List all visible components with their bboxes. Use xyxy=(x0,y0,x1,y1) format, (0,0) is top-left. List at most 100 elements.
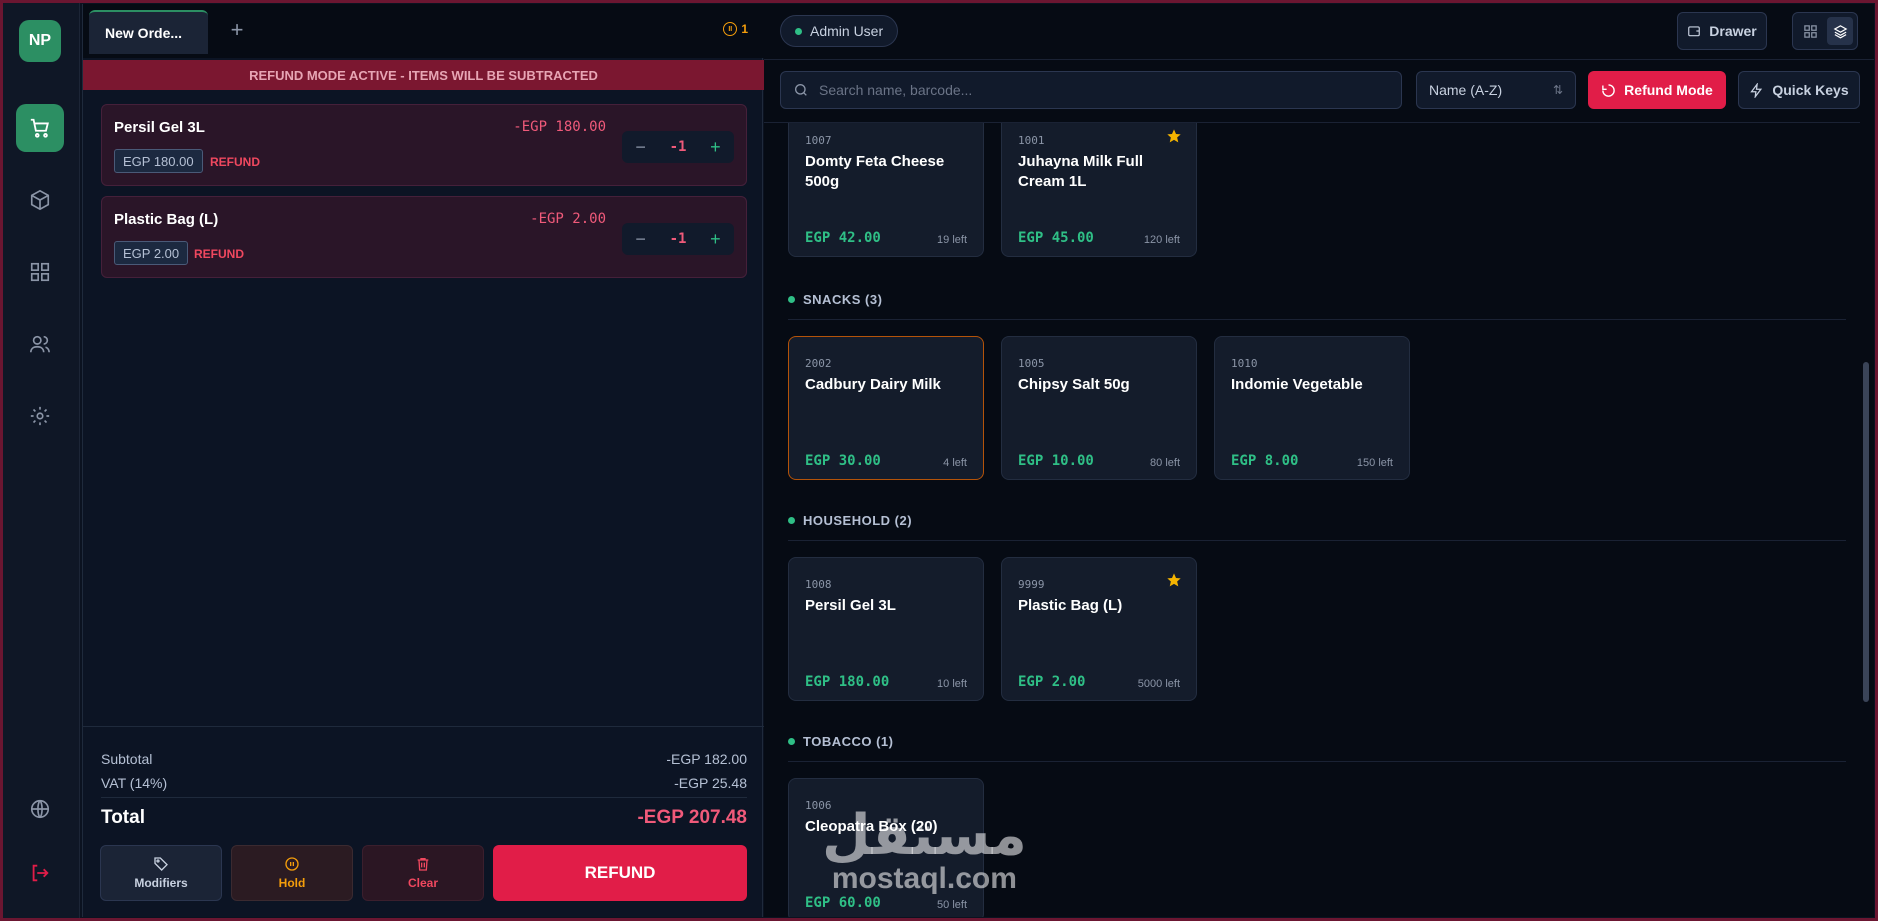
pause-icon: II xyxy=(723,22,738,36)
layers-icon xyxy=(1833,24,1847,38)
vat-label: VAT (14%) xyxy=(101,775,168,791)
product-name: Plastic Bag (L) xyxy=(1018,597,1123,614)
cart-item[interactable]: Plastic Bag (L) -EGP 2.00 EGP 2.00 REFUN… xyxy=(101,196,747,278)
held-orders-badge[interactable]: II 1 xyxy=(723,22,748,36)
globe-icon[interactable] xyxy=(16,785,64,833)
subtotal-label: Subtotal xyxy=(101,751,153,767)
cart-panel: New Orde... + II 1 REFUND MODE ACTIVE - … xyxy=(82,4,764,917)
product-sku: 1001 xyxy=(1018,134,1045,147)
vat-value: -EGP 25.48 xyxy=(674,775,747,791)
logout-icon[interactable] xyxy=(16,849,64,897)
dashboard-icon[interactable] xyxy=(16,248,64,296)
side-nav: NP xyxy=(0,0,80,921)
product-price: EGP 42.00 xyxy=(805,230,881,246)
cart-item-unit-price[interactable]: EGP 180.00 xyxy=(114,149,203,173)
product-stock: 150 left xyxy=(1356,457,1393,469)
star-icon[interactable] xyxy=(1166,572,1182,588)
tab-new-order[interactable]: New Orde... xyxy=(89,10,208,54)
product-price: EGP 8.00 xyxy=(1231,453,1299,469)
user-chip[interactable]: Admin User xyxy=(780,15,899,47)
cart-icon[interactable] xyxy=(16,104,64,152)
cart-item-unit-price[interactable]: EGP 2.00 xyxy=(114,241,189,265)
category-view-button[interactable] xyxy=(1827,17,1853,45)
product-card[interactable]: 1007 Domty Feta Cheese 500g EGP 42.00 19… xyxy=(788,123,984,257)
product-card[interactable]: 2002 Cadbury Dairy Milk EGP 30.00 4 left xyxy=(788,336,984,480)
lightning-icon xyxy=(1750,82,1763,98)
section-title-household: HOUSEHOLD (2) xyxy=(788,513,912,528)
refund-button[interactable]: REFUND xyxy=(493,845,747,901)
grid-view-button[interactable] xyxy=(1797,17,1823,45)
modifiers-button[interactable]: Modifiers xyxy=(100,845,222,901)
decrease-button[interactable]: − xyxy=(622,137,659,158)
product-price: EGP 30.00 xyxy=(805,453,881,469)
product-price: EGP 45.00 xyxy=(1018,230,1094,246)
product-sku: 1006 xyxy=(805,799,832,812)
cart-item-total: -EGP 180.00 xyxy=(513,119,606,135)
product-name: Cadbury Dairy Milk xyxy=(805,376,941,393)
product-name: Cleopatra Box (20) xyxy=(805,818,938,835)
subtotal-value: -EGP 182.00 xyxy=(666,751,747,767)
product-stock: 50 left xyxy=(937,899,967,911)
refund-tag: REFUND xyxy=(210,155,260,169)
product-card[interactable]: 1005 Chipsy Salt 50g EGP 10.00 80 left xyxy=(1001,336,1197,480)
product-sku: 1008 xyxy=(805,578,832,591)
product-card[interactable]: 9999 Plastic Bag (L) EGP 2.00 5000 left xyxy=(1001,557,1197,701)
avatar[interactable]: NP xyxy=(19,20,61,62)
product-card[interactable]: 1008 Persil Gel 3L EGP 180.00 10 left xyxy=(788,557,984,701)
hold-button[interactable]: Hold xyxy=(231,845,353,901)
product-card[interactable]: 1010 Indomie Vegetable EGP 8.00 150 left xyxy=(1214,336,1410,480)
cart-item-total: -EGP 2.00 xyxy=(530,211,606,227)
product-panel: Admin User Drawer Name (A-Z) ⇅ Refund Mo… xyxy=(764,4,1874,917)
order-tabs: New Orde... + II 1 xyxy=(83,4,764,58)
product-stock: 4 left xyxy=(943,457,967,469)
add-tab-button[interactable]: + xyxy=(223,16,251,44)
decrease-button[interactable]: − xyxy=(622,229,659,250)
increase-button[interactable]: + xyxy=(697,137,734,158)
users-icon[interactable] xyxy=(16,320,64,368)
search-icon xyxy=(795,84,807,96)
scrollbar[interactable] xyxy=(1861,122,1871,917)
sort-select[interactable]: Name (A-Z) ⇅ xyxy=(1416,71,1576,109)
product-name: Domty Feta Cheese 500g xyxy=(805,153,945,190)
star-icon[interactable] xyxy=(1166,128,1182,144)
box-icon[interactable] xyxy=(16,176,64,224)
undo-icon xyxy=(1602,83,1615,97)
product-name: Juhayna Milk Full Cream 1L xyxy=(1018,153,1144,190)
scroll-thumb[interactable] xyxy=(1863,362,1869,702)
sort-arrows-icon: ⇅ xyxy=(1552,83,1563,97)
trash-icon xyxy=(417,858,429,871)
gear-icon[interactable] xyxy=(16,392,64,440)
clear-button[interactable]: Clear xyxy=(362,845,484,901)
search-input[interactable] xyxy=(819,82,1379,98)
product-stock: 120 left xyxy=(1143,234,1180,246)
quick-keys-button[interactable]: Quick Keys xyxy=(1738,71,1860,109)
product-grid: 1007 Domty Feta Cheese 500g EGP 42.00 19… xyxy=(764,122,1860,917)
product-price: EGP 180.00 xyxy=(805,674,890,690)
section-title-snacks: SNACKS (3) xyxy=(788,292,882,307)
product-price: EGP 2.00 xyxy=(1018,674,1086,690)
product-stock: 5000 left xyxy=(1137,678,1180,690)
product-sku: 1007 xyxy=(805,134,832,147)
cart-item-name: Plastic Bag (L) xyxy=(114,211,219,228)
refund-mode-button[interactable]: Refund Mode xyxy=(1588,71,1726,109)
quantity-value: -1 xyxy=(669,231,687,247)
product-stock: 19 left xyxy=(937,234,967,246)
held-count: 1 xyxy=(741,22,748,36)
product-sku: 1010 xyxy=(1231,357,1258,370)
product-sku: 9999 xyxy=(1018,578,1045,591)
product-name: Persil Gel 3L xyxy=(805,597,896,614)
cart-item[interactable]: Persil Gel 3L -EGP 180.00 EGP 180.00 REF… xyxy=(101,104,747,186)
product-sku: 1005 xyxy=(1018,357,1045,370)
drawer-button[interactable]: Drawer xyxy=(1677,12,1767,50)
product-card[interactable]: 1006 Cleopatra Box (20) EGP 60.00 50 lef… xyxy=(788,778,984,917)
total-label: Total xyxy=(101,807,145,828)
pause-circle-icon xyxy=(285,857,299,871)
increase-button[interactable]: + xyxy=(697,229,734,250)
quantity-value: -1 xyxy=(669,139,687,155)
product-price: EGP 60.00 xyxy=(805,895,881,911)
online-dot xyxy=(795,27,802,35)
product-price: EGP 10.00 xyxy=(1018,453,1094,469)
product-card[interactable]: 1001 Juhayna Milk Full Cream 1L EGP 45.0… xyxy=(1001,123,1197,257)
refund-tag: REFUND xyxy=(194,247,244,261)
wallet-icon xyxy=(1688,26,1701,37)
